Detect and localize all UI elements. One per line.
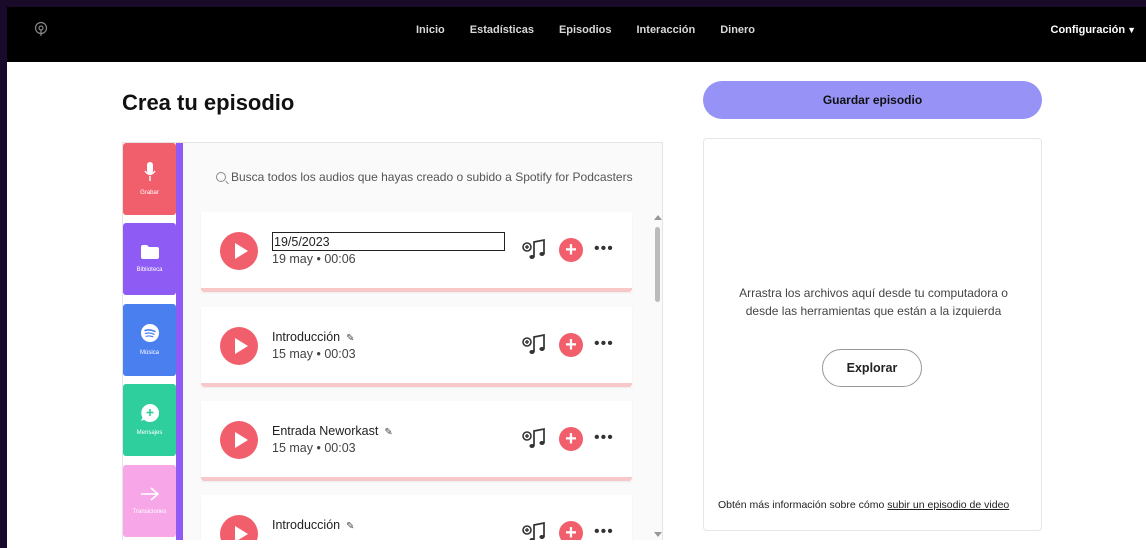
tool-record[interactable]: Grabar <box>123 143 176 215</box>
scroll-thumb[interactable] <box>655 227 660 302</box>
episode-card[interactable]: 19/5/2023 19 may • 00:06 + ••• <box>201 212 632 292</box>
episode-meta: 19 may • 00:06 <box>272 252 356 266</box>
play-button[interactable] <box>220 421 258 459</box>
episode-name-input[interactable]: 19/5/2023 <box>272 232 505 251</box>
microphone-icon <box>143 162 156 181</box>
page-title: Crea tu episodio <box>122 90 295 115</box>
nav-item-episodios[interactable]: Episodios <box>559 24 612 36</box>
tool-messages[interactable]: Mensajes <box>123 384 176 456</box>
scroll-down-arrow-icon[interactable] <box>654 532 662 537</box>
add-music-icon[interactable] <box>521 238 547 262</box>
add-to-episode-button[interactable]: + <box>559 521 583 540</box>
file-drop-zone[interactable]: Arrastra los archivos aquí desde tu comp… <box>703 138 1042 531</box>
more-options-icon[interactable]: ••• <box>594 523 614 540</box>
caret-down-icon: ▼ <box>1127 25 1136 35</box>
episode-name: Introducción ✎ <box>272 518 355 532</box>
episode-card[interactable]: Introducción ✎ + ••• <box>201 495 632 540</box>
tool-transitions-label: Transiciones <box>132 509 167 515</box>
episode-list-scrollbar[interactable] <box>653 211 662 539</box>
pencil-icon[interactable]: ✎ <box>346 333 354 344</box>
more-options-icon[interactable]: ••• <box>594 335 614 353</box>
nav-item-dinero[interactable]: Dinero <box>720 24 755 36</box>
episode-editor-panel: Grabar Biblioteca Música Mensajes Transi… <box>122 142 663 540</box>
episode-title: Introducción <box>272 330 341 344</box>
nav-item-estadisticas[interactable]: Estadísticas <box>470 24 534 36</box>
add-music-icon[interactable] <box>521 427 547 451</box>
arrow-right-icon <box>140 487 159 501</box>
nav-item-interaccion[interactable]: Interacción <box>637 24 696 36</box>
drop-instructions: Arrastra los archivos aquí desde tu comp… <box>739 286 1008 318</box>
add-to-episode-button[interactable]: + <box>559 238 583 262</box>
podcast-logo-icon[interactable] <box>33 21 49 37</box>
save-episode-button[interactable]: Guardar episodio <box>703 81 1042 119</box>
episode-name: Introducción ✎ <box>272 330 355 344</box>
tool-messages-label: Mensajes <box>136 430 163 436</box>
play-button[interactable] <box>220 232 258 270</box>
audio-search[interactable]: Busca todos los audios que hayas creado … <box>216 170 633 184</box>
tool-library[interactable]: Biblioteca <box>123 223 176 295</box>
tool-transitions[interactable]: Transiciones <box>123 465 176 537</box>
episode-title: Introducción <box>272 518 341 532</box>
active-tool-indicator <box>176 143 183 540</box>
settings-label: Configuración <box>1050 24 1126 36</box>
tool-record-label: Grabar <box>140 190 159 196</box>
app-frame: Inicio Estadísticas Episodios Interacció… <box>7 7 1146 548</box>
explore-button[interactable]: Explorar <box>822 349 922 387</box>
search-icon <box>216 172 226 182</box>
add-to-episode-button[interactable]: + <box>559 427 583 451</box>
message-icon <box>140 404 159 422</box>
tool-music-label: Música <box>139 350 159 356</box>
episode-card[interactable]: Introducción ✎ 15 may • 00:03 + ••• <box>201 307 632 387</box>
settings-menu[interactable]: Configuración ▼ <box>1051 24 1136 36</box>
tool-sidebar: Grabar Biblioteca Música Mensajes Transi… <box>123 143 183 540</box>
video-upload-link[interactable]: subir un episodio de video <box>887 499 1009 511</box>
add-music-icon[interactable] <box>521 521 547 540</box>
add-music-icon[interactable] <box>521 333 547 357</box>
main-nav: Inicio Estadísticas Episodios Interacció… <box>416 24 755 36</box>
nav-item-inicio[interactable]: Inicio <box>416 24 445 36</box>
play-button[interactable] <box>220 515 258 540</box>
scroll-up-arrow-icon[interactable] <box>654 215 662 220</box>
top-nav-bar: Inicio Estadísticas Episodios Interacció… <box>7 7 1146 62</box>
tool-library-label: Biblioteca <box>136 267 163 273</box>
episode-meta: 15 may • 00:03 <box>272 347 356 361</box>
pencil-icon[interactable]: ✎ <box>346 521 354 532</box>
folder-icon <box>140 245 159 259</box>
more-options-icon[interactable]: ••• <box>594 429 614 447</box>
episode-name: Entrada Neworkast ✎ <box>272 424 393 438</box>
episode-meta: 15 may • 00:03 <box>272 441 356 455</box>
search-placeholder: Busca todos los audios que hayas creado … <box>231 170 633 184</box>
episode-title: Entrada Neworkast <box>272 424 379 438</box>
episode-card[interactable]: Entrada Neworkast ✎ 15 may • 00:03 + ••• <box>201 401 632 481</box>
help-text: Obtén más información sobre cómo <box>718 499 888 511</box>
pencil-icon[interactable]: ✎ <box>384 427 392 438</box>
video-upload-help: Obtén más información sobre cómo subir u… <box>718 499 1009 511</box>
tool-music[interactable]: Música <box>123 304 176 376</box>
add-to-episode-button[interactable]: + <box>559 333 583 357</box>
play-button[interactable] <box>220 327 258 365</box>
more-options-icon[interactable]: ••• <box>594 240 614 258</box>
spotify-icon <box>140 324 159 342</box>
